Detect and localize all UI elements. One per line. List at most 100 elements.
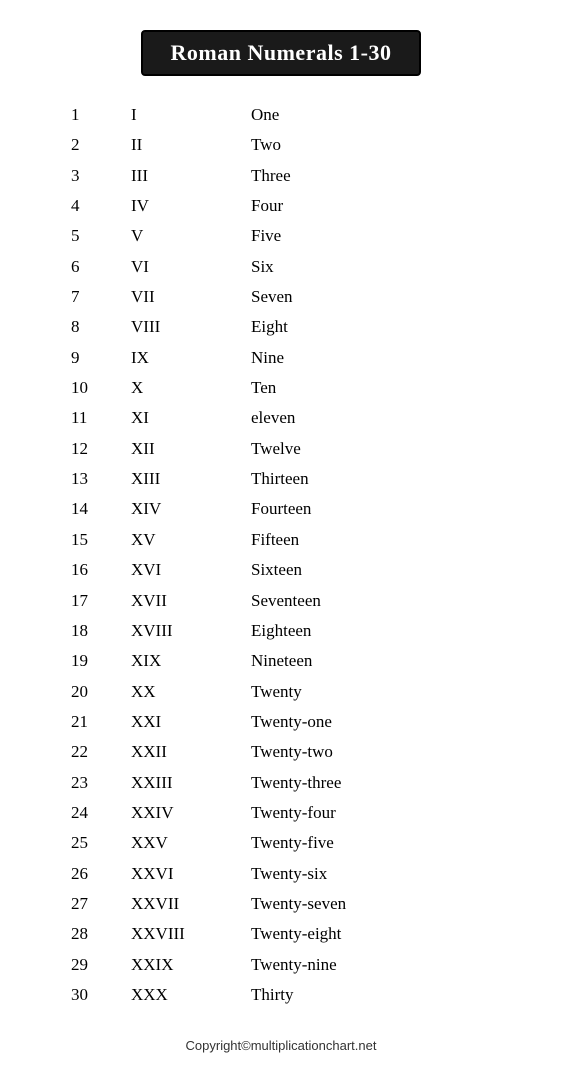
col-word: eleven [251,405,511,431]
col-number: 19 [51,648,131,674]
col-number: 26 [51,861,131,887]
col-number: 1 [51,102,131,128]
page-title: Roman Numerals 1-30 [141,30,422,76]
table-row: 8VIIIEight [51,312,511,342]
table-row: 5VFive [51,221,511,251]
col-number: 11 [51,405,131,431]
col-word: Twenty-seven [251,891,511,917]
col-roman: VIII [131,314,251,340]
table-row: 10XTen [51,373,511,403]
table-row: 18XVIIIEighteen [51,616,511,646]
table-row: 9IXNine [51,343,511,373]
col-number: 15 [51,527,131,553]
col-number: 30 [51,982,131,1008]
col-number: 16 [51,557,131,583]
col-roman: XIII [131,466,251,492]
col-word: Twenty-three [251,770,511,796]
col-number: 21 [51,709,131,735]
col-number: 8 [51,314,131,340]
col-number: 2 [51,132,131,158]
col-number: 18 [51,618,131,644]
col-number: 14 [51,496,131,522]
col-number: 25 [51,830,131,856]
col-number: 4 [51,193,131,219]
col-word: Twenty-five [251,830,511,856]
col-word: Two [251,132,511,158]
col-roman: XXVI [131,861,251,887]
col-number: 17 [51,588,131,614]
table-row: 24XXIVTwenty-four [51,798,511,828]
col-word: Seven [251,284,511,310]
table-row: 15XVFifteen [51,525,511,555]
col-word: Thirty [251,982,511,1008]
col-roman: V [131,223,251,249]
table-row: 27XXVIITwenty-seven [51,889,511,919]
table-row: 12XIITwelve [51,434,511,464]
col-word: Eight [251,314,511,340]
col-word: Twenty-four [251,800,511,826]
col-roman: XV [131,527,251,553]
col-word: Five [251,223,511,249]
table-row: 30XXXThirty [51,980,511,1010]
col-roman: IX [131,345,251,371]
col-word: Twenty-two [251,739,511,765]
footer-text: Copyright©multiplicationchart.net [186,1038,377,1053]
col-word: One [251,102,511,128]
col-roman: XXVII [131,891,251,917]
table-row: 6VISix [51,252,511,282]
table-row: 21XXITwenty-one [51,707,511,737]
col-roman: XIX [131,648,251,674]
col-roman: XVI [131,557,251,583]
col-number: 13 [51,466,131,492]
col-number: 9 [51,345,131,371]
col-word: Four [251,193,511,219]
col-roman: I [131,102,251,128]
col-number: 28 [51,921,131,947]
table-row: 23XXIIITwenty-three [51,768,511,798]
col-roman: XVIII [131,618,251,644]
col-word: Nineteen [251,648,511,674]
col-word: Three [251,163,511,189]
col-word: Ten [251,375,511,401]
table-row: 22XXIITwenty-two [51,737,511,767]
col-number: 7 [51,284,131,310]
col-roman: XIV [131,496,251,522]
table-row: 11XIeleven [51,403,511,433]
col-roman: IV [131,193,251,219]
col-roman: VI [131,254,251,280]
table-row: 14XIVFourteen [51,494,511,524]
col-roman: II [131,132,251,158]
col-roman: XXIV [131,800,251,826]
col-number: 29 [51,952,131,978]
col-roman: XI [131,405,251,431]
col-word: Twenty-one [251,709,511,735]
col-word: Eighteen [251,618,511,644]
table-row: 28XXVIIITwenty-eight [51,919,511,949]
col-word: Seventeen [251,588,511,614]
col-word: Twenty [251,679,511,705]
col-roman: XXVIII [131,921,251,947]
numerals-table: 1IOne2IITwo3IIIThree4IVFour5VFive6VISix7… [51,100,511,1010]
col-number: 3 [51,163,131,189]
col-number: 12 [51,436,131,462]
table-row: 13XIIIThirteen [51,464,511,494]
col-number: 6 [51,254,131,280]
col-roman: XXIII [131,770,251,796]
col-word: Nine [251,345,511,371]
col-word: Twenty-eight [251,921,511,947]
col-roman: XXII [131,739,251,765]
col-word: Twelve [251,436,511,462]
col-roman: XX [131,679,251,705]
table-row: 3IIIThree [51,161,511,191]
table-row: 2IITwo [51,130,511,160]
col-roman: III [131,163,251,189]
col-number: 24 [51,800,131,826]
col-roman: X [131,375,251,401]
col-roman: VII [131,284,251,310]
table-row: 29XXIXTwenty-nine [51,950,511,980]
col-number: 27 [51,891,131,917]
col-word: Twenty-six [251,861,511,887]
table-row: 25XXVTwenty-five [51,828,511,858]
col-number: 22 [51,739,131,765]
col-roman: XXIX [131,952,251,978]
